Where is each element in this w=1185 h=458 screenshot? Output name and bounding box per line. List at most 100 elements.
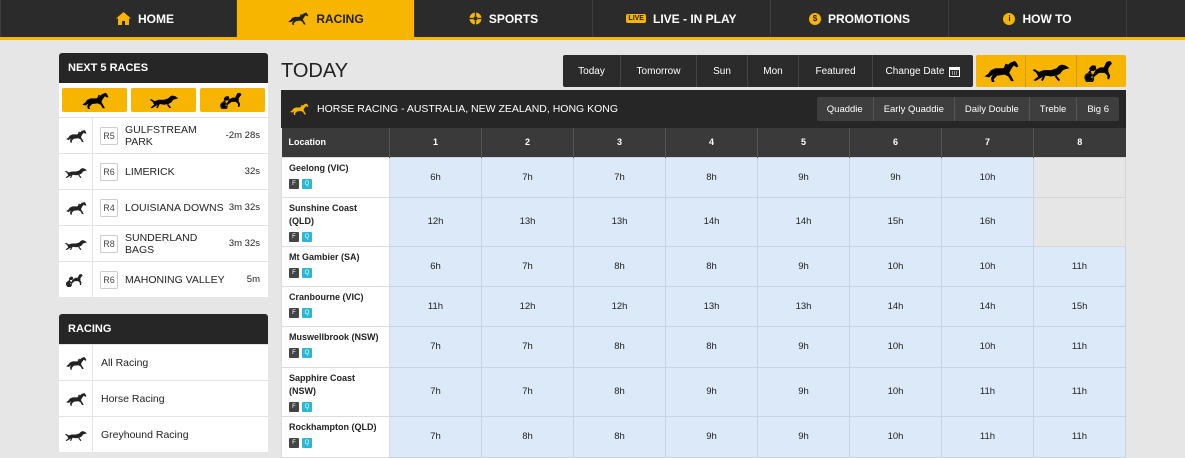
race-time-cell[interactable]: 11h <box>1033 366 1126 417</box>
date-tab-tomorrow[interactable]: Tomorrow <box>621 55 697 87</box>
race-time-cell[interactable]: 9h <box>757 325 850 368</box>
list-item[interactable]: R6 LIMERICK 32s <box>59 153 268 189</box>
race-time-cell[interactable]: 9h <box>757 245 850 287</box>
race-time-cell[interactable]: 7h <box>389 366 482 417</box>
bet-tab-quaddie[interactable]: Quaddie <box>817 97 874 121</box>
race-time-cell[interactable]: 16h <box>941 196 1034 247</box>
race-time-cell[interactable]: 6h <box>389 156 482 198</box>
location-name[interactable]: Geelong (VIC) <box>289 162 382 175</box>
menu-item-label: Greyhound Racing <box>101 428 189 441</box>
race-time-cell[interactable]: 14h <box>665 196 758 247</box>
location-cell[interactable]: Sapphire Coast (NSW) F Q <box>281 366 390 417</box>
list-item[interactable]: R4 LOUISIANA DOWNS 3m 32s <box>59 189 268 225</box>
location-cell[interactable]: Cranbourne (VIC) F Q <box>281 285 390 327</box>
list-item[interactable]: R6 MAHONING VALLEY 5m <box>59 261 268 297</box>
tab-harness-racing[interactable] <box>1077 55 1126 87</box>
location-name[interactable]: Rockhampton (QLD) <box>289 421 382 434</box>
bet-tab-big-6[interactable]: Big 6 <box>1077 97 1119 121</box>
nav-home[interactable]: HOME <box>0 0 237 37</box>
location-cell[interactable]: Mt Gambier (SA) F Q <box>281 245 390 287</box>
location-name[interactable]: Sapphire Coast (NSW) <box>289 372 382 398</box>
race-time-cell[interactable]: 9h <box>757 415 850 458</box>
race-time-cell[interactable]: 7h <box>481 245 574 287</box>
racing-menu-item[interactable]: Greyhound Racing <box>59 416 268 452</box>
location-cell[interactable]: Sunshine Coast (QLD) F Q <box>281 196 390 247</box>
race-time-cell[interactable]: 8h <box>665 156 758 198</box>
race-time-cell[interactable]: 11h <box>941 366 1034 417</box>
race-time-cell[interactable]: 7h <box>481 366 574 417</box>
nav-live-in-play[interactable]: LIVE LIVE - IN PLAY <box>593 0 771 37</box>
race-time-cell[interactable]: 9h <box>665 366 758 417</box>
race-time-cell[interactable]: 10h <box>849 415 942 458</box>
race-time-cell[interactable]: 7h <box>481 156 574 198</box>
race-time-cell[interactable]: 12h <box>481 285 574 327</box>
location-name[interactable]: Muswellbrook (NSW) <box>289 331 382 344</box>
tab-greyhound-racing[interactable] <box>1026 55 1077 87</box>
filter-greyhound-button[interactable] <box>131 88 196 112</box>
race-time-cell[interactable]: 12h <box>573 285 666 327</box>
race-time-cell[interactable]: 14h <box>941 285 1034 327</box>
filter-horse-button[interactable] <box>62 88 127 112</box>
date-tab-featured[interactable]: Featured <box>799 55 873 87</box>
race-time-cell[interactable]: 10h <box>849 245 942 287</box>
race-time-cell[interactable]: 10h <box>941 325 1034 368</box>
race-time-cell[interactable]: 9h <box>849 156 942 198</box>
race-time-cell[interactable]: 8h <box>665 245 758 287</box>
race-time-cell[interactable]: 9h <box>665 415 758 458</box>
location-cell[interactable]: Muswellbrook (NSW) F Q <box>281 325 390 368</box>
race-time-cell[interactable]: 13h <box>665 285 758 327</box>
race-time-cell[interactable]: 11h <box>1033 325 1126 368</box>
bet-tab-early-quaddie[interactable]: Early Quaddie <box>874 97 955 121</box>
nav-promotions[interactable]: $ PROMOTIONS <box>771 0 949 37</box>
date-tab-change-date[interactable]: Change Date <box>873 55 973 87</box>
race-time-cell[interactable]: 11h <box>941 415 1034 458</box>
tab-horse-racing[interactable] <box>976 55 1027 87</box>
racing-menu-item[interactable]: Horse Racing <box>59 380 268 416</box>
location-cell[interactable]: Geelong (VIC) F Q <box>281 156 390 198</box>
race-time-cell[interactable]: 10h <box>941 245 1034 287</box>
list-item[interactable]: R8 SUNDERLAND BAGS 3m 32s <box>59 225 268 261</box>
date-tab-mon[interactable]: Mon <box>748 55 799 87</box>
race-time-cell[interactable]: 12h <box>389 196 482 247</box>
race-time-cell[interactable]: 8h <box>573 366 666 417</box>
race-time-cell[interactable]: 7h <box>573 156 666 198</box>
race-time-cell[interactable]: 8h <box>665 325 758 368</box>
race-time-cell[interactable]: 7h <box>389 325 482 368</box>
race-time-cell[interactable]: 11h <box>1033 415 1126 458</box>
race-time-cell[interactable]: 7h <box>481 325 574 368</box>
nav-how-to[interactable]: i HOW TO <box>949 0 1127 37</box>
location-name[interactable]: Cranbourne (VIC) <box>289 291 382 304</box>
bet-tab-daily-double[interactable]: Daily Double <box>955 97 1030 121</box>
filter-harness-button[interactable] <box>200 88 265 112</box>
race-time-cell[interactable]: 15h <box>1033 285 1126 327</box>
race-time-cell[interactable]: 15h <box>849 196 942 247</box>
race-time-cell[interactable]: 11h <box>1033 245 1126 287</box>
location-cell[interactable]: Rockhampton (QLD) F Q <box>281 415 390 458</box>
date-tab-sun[interactable]: Sun <box>697 55 748 87</box>
race-time-cell[interactable]: 13h <box>757 285 850 327</box>
race-time-cell[interactable]: 8h <box>573 325 666 368</box>
race-time-cell[interactable]: 10h <box>941 156 1034 198</box>
race-time-cell[interactable]: 9h <box>757 366 850 417</box>
nav-sports[interactable]: SPORTS <box>415 0 593 37</box>
race-time-cell[interactable]: 11h <box>389 285 482 327</box>
race-time-cell[interactable]: 8h <box>573 245 666 287</box>
race-time-cell[interactable]: 10h <box>849 366 942 417</box>
race-time-cell[interactable]: 7h <box>389 415 482 458</box>
race-time-cell[interactable]: 9h <box>757 156 850 198</box>
race-time-cell[interactable]: 8h <box>573 415 666 458</box>
race-time-cell[interactable]: 13h <box>573 196 666 247</box>
bet-tab-treble[interactable]: Treble <box>1030 97 1078 121</box>
location-name[interactable]: Sunshine Coast (QLD) <box>289 202 382 228</box>
location-name[interactable]: Mt Gambier (SA) <box>289 251 382 264</box>
race-time-cell[interactable]: 10h <box>849 325 942 368</box>
nav-racing[interactable]: RACING <box>237 0 415 37</box>
race-time-cell[interactable]: 6h <box>389 245 482 287</box>
date-tab-today[interactable]: Today <box>563 55 621 87</box>
racing-menu-item[interactable]: All Racing <box>59 344 268 380</box>
race-time-cell[interactable]: 14h <box>849 285 942 327</box>
race-time-cell[interactable]: 13h <box>481 196 574 247</box>
race-time-cell[interactable]: 14h <box>757 196 850 247</box>
race-time-cell[interactable]: 8h <box>481 415 574 458</box>
list-item[interactable]: R5 GULFSTREAM PARK -2m 28s <box>59 117 268 153</box>
